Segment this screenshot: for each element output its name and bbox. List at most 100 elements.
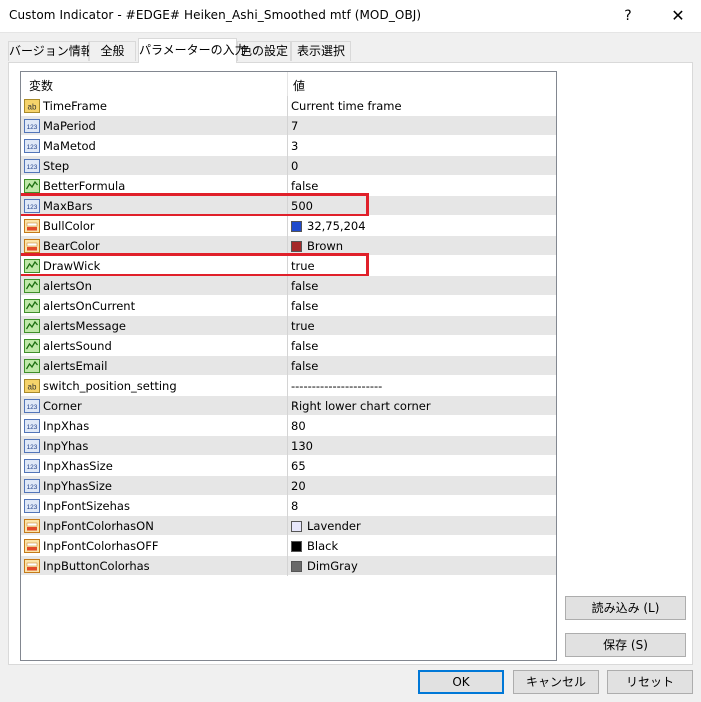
param-value[interactable]: false <box>291 339 318 353</box>
ok-button[interactable]: OK <box>418 670 504 694</box>
param-value[interactable]: Brown <box>291 239 343 253</box>
tab-parameters[interactable]: パラメーターの入力 <box>138 38 247 63</box>
param-name: switch_position_setting <box>43 379 177 393</box>
param-row-inpyhassize[interactable]: 123 InpYhasSize 20 <box>21 476 556 496</box>
param-value[interactable]: Black <box>291 539 338 553</box>
reset-button[interactable]: リセット <box>607 670 693 694</box>
param-row-betterformula[interactable]: BetterFormula false <box>21 176 556 196</box>
param-value[interactable]: 8 <box>291 499 298 513</box>
param-row-alertsemail[interactable]: alertsEmail false <box>21 356 556 376</box>
param-row-bullcolor[interactable]: BullColor 32,75,204 <box>21 216 556 236</box>
param-name: InpYhas <box>43 439 89 453</box>
column-divider <box>287 316 288 336</box>
svg-text:123: 123 <box>27 464 38 471</box>
param-value[interactable]: 500 <box>291 199 313 213</box>
svg-text:ab: ab <box>28 383 37 392</box>
param-value[interactable]: 3 <box>291 139 298 153</box>
param-value[interactable]: 130 <box>291 439 313 453</box>
param-row-alertsmessage[interactable]: alertsMessage true <box>21 316 556 336</box>
param-row-inpyhas[interactable]: 123 InpYhas 130 <box>21 436 556 456</box>
param-row-step[interactable]: 123 Step 0 <box>21 156 556 176</box>
close-icon[interactable]: ✕ <box>655 0 701 32</box>
param-value[interactable]: 80 <box>291 419 306 433</box>
column-divider <box>287 456 288 476</box>
boolean-type-icon <box>24 178 40 194</box>
window-title: Custom Indicator - #EDGE# Heiken_Ashi_Sm… <box>9 8 422 22</box>
param-name: InpFontColorhasOFF <box>43 539 159 553</box>
param-value[interactable]: false <box>291 279 318 293</box>
param-value[interactable]: true <box>291 319 315 333</box>
color-type-icon <box>24 538 40 554</box>
param-name: MaPeriod <box>43 119 96 133</box>
tab-visualization[interactable]: 表示選択 <box>291 41 351 61</box>
param-value-text: Black <box>307 539 339 553</box>
color-swatch <box>291 221 302 232</box>
cancel-button[interactable]: キャンセル <box>513 670 599 694</box>
param-value[interactable]: false <box>291 359 318 373</box>
param-value[interactable]: 20 <box>291 479 306 493</box>
load-button[interactable]: 読み込み (L) <box>565 596 686 620</box>
integer-type-icon: 123 <box>24 158 40 174</box>
param-value[interactable]: 32,75,204 <box>291 219 366 233</box>
param-value[interactable]: false <box>291 299 318 313</box>
header-variable[interactable]: 変数 <box>29 77 53 94</box>
param-row-maperiod[interactable]: 123 MaPeriod 7 <box>21 116 556 136</box>
param-row-inpfontsizehas[interactable]: 123 InpFontSizehas 8 <box>21 496 556 516</box>
param-row-inpbuttoncolorhas[interactable]: InpButtonColorhas DimGray <box>21 556 556 576</box>
param-name: alertsSound <box>43 339 112 353</box>
integer-type-icon: 123 <box>24 438 40 454</box>
tab-general[interactable]: 全般 <box>89 41 136 61</box>
help-icon[interactable]: ? <box>605 0 651 32</box>
param-row-maxbars[interactable]: 123 MaxBars 500 <box>21 193 556 217</box>
param-row-alertssound[interactable]: alertsSound false <box>21 336 556 356</box>
param-value-text: 130 <box>291 439 313 453</box>
param-value-text: 20 <box>291 479 306 493</box>
param-value-text: Right lower chart corner <box>291 399 431 413</box>
param-row-switch-position-setting[interactable]: ab switch_position_setting ---------------… <box>21 376 556 396</box>
param-value[interactable]: false <box>291 179 318 193</box>
param-value[interactable]: Right lower chart corner <box>291 399 431 413</box>
param-value-text: 3 <box>291 139 299 153</box>
param-value-text: false <box>291 339 319 353</box>
param-row-corner[interactable]: 123 Corner Right lower chart corner <box>21 396 556 416</box>
param-name: BullColor <box>43 219 95 233</box>
save-button[interactable]: 保存 (S) <box>565 633 686 657</box>
param-row-inpxhassize[interactable]: 123 InpXhasSize 65 <box>21 456 556 476</box>
param-value-text: false <box>291 299 319 313</box>
param-row-mametod[interactable]: 123 MaMetod 3 <box>21 136 556 156</box>
param-name: alertsOn <box>43 279 92 293</box>
column-divider <box>287 376 288 396</box>
param-row-timeframe[interactable]: ab TimeFrame Current time frame <box>21 96 556 116</box>
param-row-inpfontcolorhasoff[interactable]: InpFontColorhasOFF Black <box>21 536 556 556</box>
parameters-grid: 変数 値 ab TimeFrame Current time frame 123 MaP… <box>20 71 557 661</box>
tab-version-info[interactable]: バージョン情報 <box>8 41 93 61</box>
title-bar: Custom Indicator - #EDGE# Heiken_Ashi_Sm… <box>0 0 701 33</box>
color-swatch <box>291 521 302 532</box>
param-value[interactable]: Current time frame <box>291 99 402 113</box>
param-row-inpxhas[interactable]: 123 InpXhas 80 <box>21 416 556 436</box>
param-value[interactable]: 0 <box>291 159 298 173</box>
param-row-alertson[interactable]: alertsOn false <box>21 276 556 296</box>
param-name: Step <box>43 159 70 173</box>
param-value[interactable]: true <box>291 259 315 273</box>
param-value-text: 65 <box>291 459 306 473</box>
param-row-inpfontcolorhason[interactable]: InpFontColorhasON Lavender <box>21 516 556 536</box>
param-value[interactable]: 7 <box>291 119 298 133</box>
param-row-alertsoncurrent[interactable]: alertsOnCurrent false <box>21 296 556 316</box>
header-divider[interactable] <box>287 72 288 96</box>
param-row-bearcolor[interactable]: BearColor Brown <box>21 236 556 256</box>
parameters-panel: 変数 値 ab TimeFrame Current time frame 123 MaP… <box>8 62 693 665</box>
header-value[interactable]: 値 <box>293 77 305 94</box>
color-swatch <box>291 541 302 552</box>
param-value[interactable]: DimGray <box>291 559 358 573</box>
param-value[interactable]: 65 <box>291 459 306 473</box>
param-value[interactable]: ---------------------- <box>291 379 382 393</box>
param-value-text: Current time frame <box>291 99 402 113</box>
param-name: BearColor <box>43 239 100 253</box>
param-value-text: false <box>291 359 319 373</box>
column-divider <box>287 216 288 236</box>
svg-text:123: 123 <box>27 504 38 511</box>
param-value-text: ---------------------- <box>291 379 383 393</box>
param-value[interactable]: Lavender <box>291 519 361 533</box>
param-row-drawwick[interactable]: DrawWick true <box>21 253 556 277</box>
